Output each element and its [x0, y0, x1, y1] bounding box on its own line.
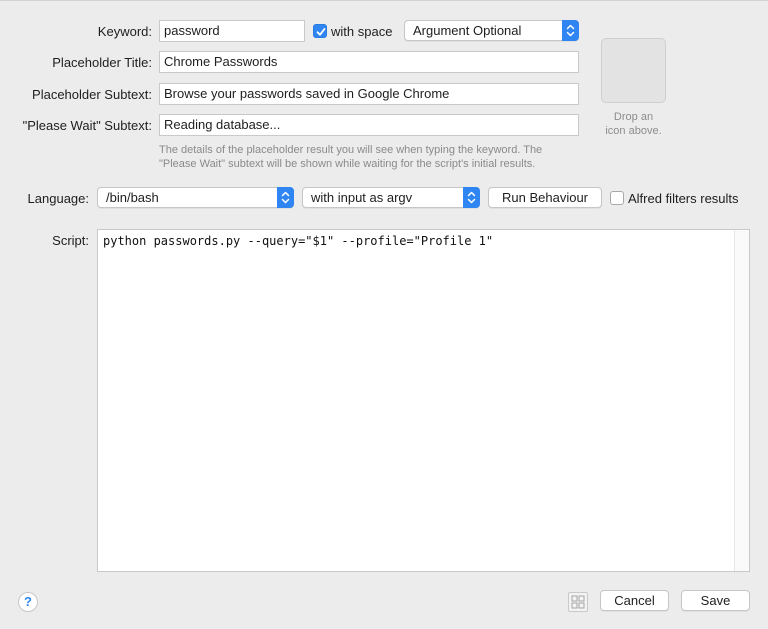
alfred-filters-results-label: Alfred filters results — [628, 191, 739, 206]
placeholder-subtext-input[interactable]: Browse your passwords saved in Google Ch… — [159, 83, 579, 105]
script-content[interactable]: python passwords.py --query="$1" --profi… — [103, 234, 493, 248]
placeholder-title-input[interactable]: Chrome Passwords — [159, 51, 579, 73]
icon-drop-well[interactable] — [601, 38, 666, 103]
with-space-checkbox[interactable] — [313, 24, 327, 38]
window-top-border — [0, 0, 768, 1]
script-editor[interactable]: python passwords.py --query="$1" --profi… — [97, 229, 750, 572]
input-mode-select[interactable]: with input as argv — [302, 187, 480, 208]
script-scrollbar[interactable] — [734, 230, 749, 571]
help-text-line-2: "Please Wait" subtext will be shown whil… — [159, 158, 536, 170]
keyword-input[interactable]: password — [159, 20, 305, 42]
popup-arrows-icon — [277, 187, 294, 208]
drop-hint-line-2: icon above. — [605, 125, 662, 137]
please-wait-subtext-label: "Please Wait" Subtext: — [22, 118, 152, 133]
layout-grid-button[interactable] — [568, 592, 588, 612]
popup-arrows-icon — [562, 20, 579, 41]
popup-arrows-icon — [463, 187, 480, 208]
drop-hint-line-1: Drop an — [613, 111, 654, 123]
run-behaviour-button[interactable]: Run Behaviour — [488, 187, 602, 208]
save-button[interactable]: Save — [681, 590, 750, 611]
argument-option-select[interactable]: Argument Optional — [404, 20, 579, 41]
please-wait-subtext-input[interactable]: Reading database... — [159, 114, 579, 136]
language-label: Language: — [27, 191, 89, 206]
with-space-label: with space — [331, 24, 393, 39]
placeholder-subtext-label: Placeholder Subtext: — [32, 87, 152, 102]
help-text-line-1: The details of the placeholder result yo… — [159, 144, 543, 156]
argument-option-value: Argument Optional — [413, 23, 522, 38]
script-label: Script: — [52, 233, 89, 248]
checkmark-icon — [316, 28, 326, 36]
input-mode-value: with input as argv — [311, 190, 413, 205]
placeholder-title-label: Placeholder Title: — [52, 55, 152, 70]
icon-drop-hint: Drop an icon above. — [596, 110, 671, 138]
language-select[interactable]: /bin/bash — [97, 187, 294, 208]
placeholder-help-text: The details of the placeholder result yo… — [159, 143, 579, 171]
alfred-filters-results-checkbox[interactable] — [610, 191, 624, 205]
help-button[interactable]: ? — [18, 592, 38, 612]
grid-icon — [571, 595, 585, 609]
language-value: /bin/bash — [106, 190, 159, 205]
cancel-button[interactable]: Cancel — [600, 590, 669, 611]
keyword-label: Keyword: — [97, 24, 152, 39]
